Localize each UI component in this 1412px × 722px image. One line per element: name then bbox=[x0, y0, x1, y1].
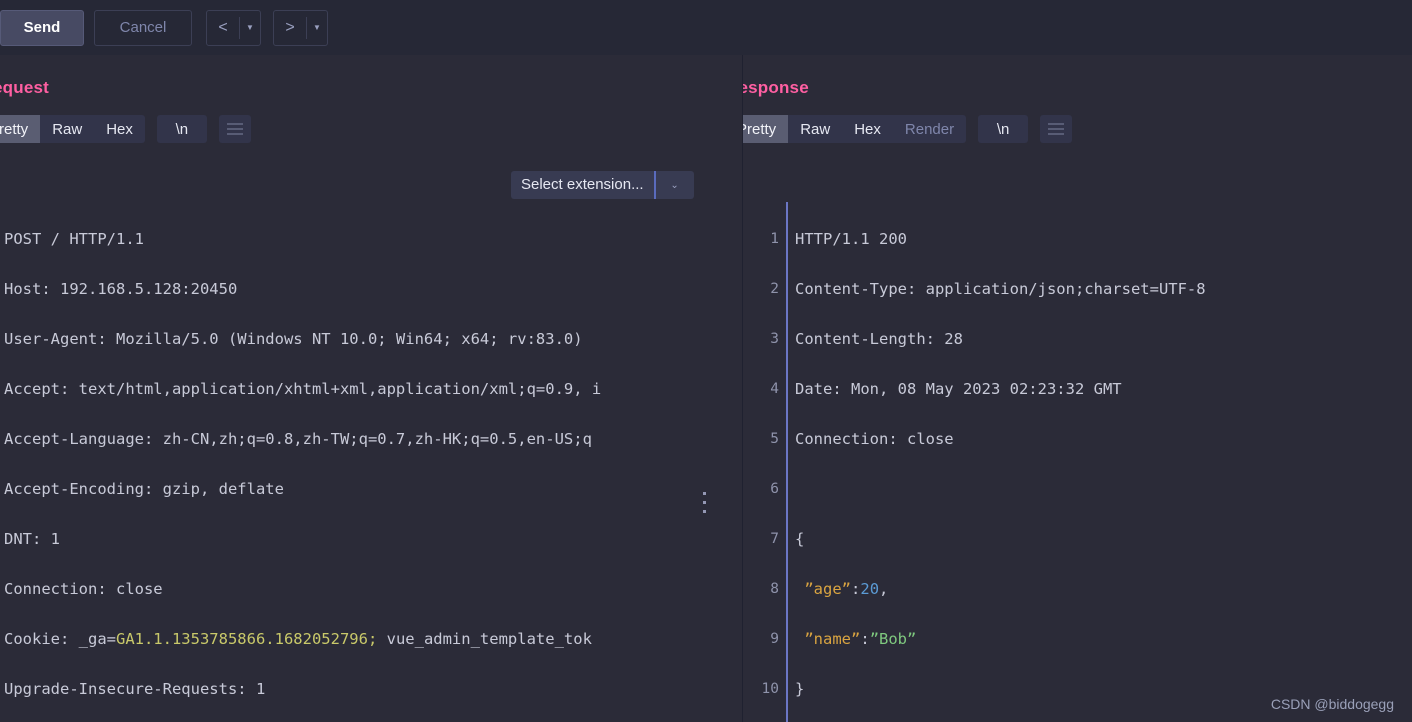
code-line: Accept-Language: zh-CN,zh;q=0.8,zh-TW;q=… bbox=[4, 430, 592, 448]
line-number: 10 bbox=[761, 681, 779, 697]
code-line: DNT: 1 bbox=[4, 530, 60, 548]
code-line: Content-Length: 28 bbox=[795, 330, 963, 348]
code-line: Connection: close bbox=[4, 580, 163, 598]
top-toolbar: Send Cancel < ▼ > ▼ bbox=[0, 0, 1412, 56]
response-panel: Response Pretty Raw Hex Render \n 1 2 3 … bbox=[743, 55, 1412, 722]
json-value-age: 20 bbox=[860, 580, 880, 598]
forward-button-group[interactable]: > ▼ bbox=[273, 9, 328, 46]
code-line: Accept-Encoding: gzip, deflate bbox=[4, 480, 284, 498]
line-number: 3 bbox=[770, 331, 779, 347]
cookie-suffix: vue_admin_template_tok bbox=[377, 630, 592, 648]
code-line: POST / HTTP/1.1 bbox=[4, 230, 144, 248]
code-line: Content-Type: application/json;charset=U… bbox=[795, 280, 1206, 298]
line-number: 8 bbox=[770, 581, 779, 597]
request-newline-toggle[interactable]: \n bbox=[156, 115, 207, 143]
response-newline-toggle[interactable]: \n bbox=[978, 115, 1029, 143]
request-view-tabs: retty Raw Hex bbox=[0, 115, 145, 143]
code-line: Host: 192.168.5.128:20450 bbox=[4, 280, 238, 298]
line-number: 2 bbox=[770, 281, 779, 297]
response-line-numbers: 1 2 3 4 5 6 7 8 9 10 bbox=[751, 202, 786, 722]
code-line-cookie: Cookie: _ga=GA1.1.1353785866.1682052796;… bbox=[4, 627, 742, 652]
code-line: Date: Mon, 08 May 2023 02:23:32 GMT bbox=[795, 380, 1122, 398]
back-dropdown-chevron-down-icon[interactable]: ▼ bbox=[240, 11, 260, 45]
tab-response-pretty[interactable]: Pretty bbox=[743, 115, 789, 143]
response-editor[interactable]: 1 2 3 4 5 6 7 8 9 10 HTTP/1.1 200 Conten… bbox=[751, 152, 1412, 722]
line-number: 7 bbox=[770, 531, 779, 547]
json-key-age: ”age” bbox=[804, 580, 852, 598]
cookie-value: GA1.1.1353785866.1682052796; bbox=[115, 630, 378, 648]
response-panel-title: Response bbox=[743, 78, 809, 97]
response-view-tabs: Pretty Raw Hex Render bbox=[743, 115, 967, 143]
request-editor[interactable]: POST / HTTP/1.1 Host: 192.168.5.128:2045… bbox=[0, 152, 742, 722]
tab-response-hex[interactable]: Hex bbox=[842, 115, 893, 143]
tab-request-hex[interactable]: Hex bbox=[94, 115, 145, 143]
line-number: 6 bbox=[770, 481, 779, 497]
burp-repeater-window: Send Cancel < ▼ > ▼ equest retty bbox=[0, 0, 1412, 722]
request-drag-handle[interactable] bbox=[703, 492, 706, 513]
json-key-name: ”name” bbox=[804, 630, 861, 648]
forward-dropdown-chevron-down-icon[interactable]: ▼ bbox=[307, 11, 327, 45]
json-value-name: ”Bob” bbox=[869, 630, 917, 648]
tab-response-render[interactable]: Render bbox=[893, 115, 966, 143]
code-line: Accept: text/html,application/xhtml+xml,… bbox=[4, 380, 602, 398]
code-line: Upgrade-Insecure-Requests: 1 bbox=[4, 680, 266, 698]
tab-request-raw[interactable]: Raw bbox=[40, 115, 94, 143]
request-panel: equest retty Raw Hex \n Select extension… bbox=[0, 55, 742, 722]
request-code[interactable]: POST / HTTP/1.1 Host: 192.168.5.128:2045… bbox=[0, 202, 742, 722]
code-line: User-Agent: Mozilla/5.0 (Windows NT 10.0… bbox=[4, 330, 592, 348]
code-line: Connection: close bbox=[795, 430, 954, 448]
code-line-body-age: ”age”:20, bbox=[804, 580, 889, 598]
code-line-body-open: { bbox=[795, 530, 805, 548]
line-number: 1 bbox=[770, 231, 779, 247]
cancel-button[interactable]: Cancel bbox=[94, 9, 192, 46]
line-number: 4 bbox=[770, 381, 779, 397]
tab-response-raw[interactable]: Raw bbox=[788, 115, 842, 143]
request-panel-title: equest bbox=[0, 78, 49, 97]
request-tabstrip: retty Raw Hex \n bbox=[0, 115, 251, 143]
tab-request-pretty[interactable]: retty bbox=[0, 115, 41, 143]
response-code[interactable]: HTTP/1.1 200 Content-Type: application/j… bbox=[788, 202, 1412, 722]
code-line-body-name: ”name”:”Bob” bbox=[804, 630, 917, 648]
forward-icon[interactable]: > bbox=[274, 11, 306, 45]
request-menu-icon[interactable] bbox=[218, 115, 251, 143]
back-icon[interactable]: < bbox=[207, 11, 239, 45]
send-button[interactable]: Send bbox=[0, 9, 84, 46]
line-number: 9 bbox=[770, 631, 779, 647]
code-line: HTTP/1.1 200 bbox=[795, 230, 907, 248]
response-tabstrip: Pretty Raw Hex Render \n bbox=[743, 115, 1073, 143]
back-button-group[interactable]: < ▼ bbox=[206, 9, 261, 46]
watermark: CSDN @biddogegg bbox=[1270, 696, 1394, 712]
line-number: 5 bbox=[770, 431, 779, 447]
cookie-prefix: Cookie: _ga= bbox=[4, 630, 116, 648]
response-menu-icon[interactable] bbox=[1040, 115, 1073, 143]
